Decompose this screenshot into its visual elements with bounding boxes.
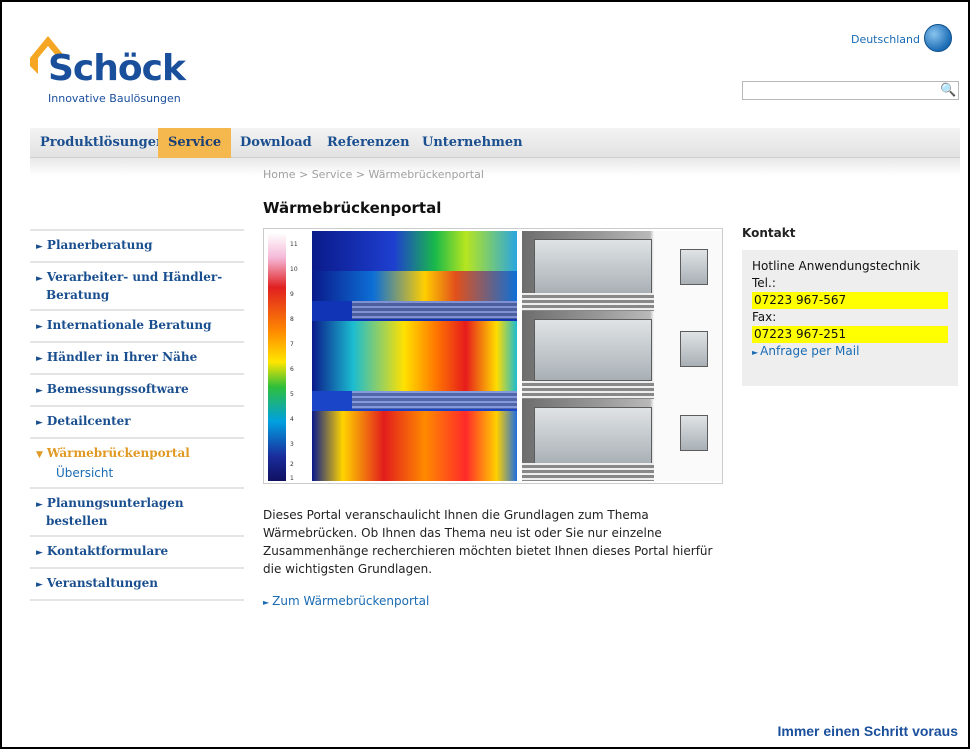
- chevron-right-icon: ►: [36, 500, 43, 510]
- chevron-right-icon: ►: [36, 386, 43, 396]
- sidebar-item-detailcenter[interactable]: ► Detailcenter: [30, 405, 244, 437]
- main-nav: Produktlösungen Service Download Referen…: [30, 128, 960, 158]
- sidebar-item-planungsunterlagen[interactable]: ► Planungsunterlagen bestellen: [30, 487, 244, 535]
- search-icon[interactable]: 🔍: [940, 83, 956, 98]
- chevron-right-icon: ►: [36, 548, 43, 558]
- sidebar-item-bemessungssoftware[interactable]: ► Bemessungssoftware: [30, 373, 244, 405]
- sidebar-item-planerberatung[interactable]: ► Planerberatung: [30, 229, 244, 261]
- scale-tick: 7: [290, 341, 294, 348]
- logo-tagline: Innovative Baulösungen: [48, 92, 181, 105]
- chevron-down-icon: ▼: [36, 450, 43, 460]
- sidebar-item-veranstaltungen[interactable]: ► Veranstaltungen: [30, 567, 244, 599]
- nav-service[interactable]: Service: [158, 128, 232, 158]
- slogan: Immer einen Schritt voraus: [777, 723, 958, 739]
- nav-download[interactable]: Download: [230, 128, 322, 158]
- scale-tick: 1: [290, 475, 294, 482]
- facade-photo: [522, 231, 722, 481]
- chevron-right-icon: ►: [752, 348, 759, 357]
- temperature-scale-ticks: 11 10 9 8 7 6 5 4 3 2 1: [286, 233, 308, 482]
- sidebar-subitem-uebersicht[interactable]: Übersicht: [36, 465, 238, 481]
- sidebar-item-internationale-beratung[interactable]: ► Internationale Beratung: [30, 309, 244, 341]
- scale-tick: 8: [290, 316, 294, 323]
- portal-link[interactable]: ► Zum Wärmebrückenportal: [263, 594, 429, 608]
- hotline-label: Hotline Anwendungstechnik: [752, 259, 921, 273]
- nav-referenzen[interactable]: Referenzen: [317, 128, 420, 158]
- chevron-right-icon: ►: [36, 354, 43, 364]
- contact-heading: Kontakt: [742, 226, 796, 240]
- schoeck-logo[interactable]: Schöck Innovative Baulösungen: [28, 32, 198, 112]
- logo-wordmark: Schöck: [48, 48, 186, 89]
- tel-number[interactable]: 07223 967-567: [752, 292, 948, 309]
- scale-tick: 4: [290, 416, 294, 423]
- search-input[interactable]: 🔍: [742, 81, 959, 100]
- sidebar-divider: [30, 599, 244, 601]
- fax-number: 07223 967-251: [752, 326, 948, 343]
- globe-icon[interactable]: [924, 24, 952, 52]
- scale-tick: 9: [290, 291, 294, 298]
- breadcrumb[interactable]: Home > Service > Wärmebrückenportal: [263, 168, 484, 181]
- sidebar-item-kontaktformulare[interactable]: ► Kontaktformulare: [30, 535, 244, 567]
- scale-tick: 2: [290, 461, 294, 468]
- chevron-right-icon: ►: [36, 580, 43, 590]
- scale-tick: 3: [290, 441, 294, 448]
- chevron-right-icon: ►: [36, 242, 43, 252]
- scale-tick: 11: [290, 241, 298, 248]
- nav-produktloesungen[interactable]: Produktlösungen: [30, 128, 176, 158]
- mail-inquiry-link[interactable]: ► Anfrage per Mail: [752, 343, 948, 361]
- sidebar-item-haendler-naehe[interactable]: ► Händler in Ihrer Nähe: [30, 341, 244, 373]
- nav-unternehmen[interactable]: Unternehmen: [412, 128, 533, 158]
- sidebar: ► Planerberatung ► Verarbeiter- und Händle…: [30, 229, 244, 601]
- thermography-image: 11 10 9 8 7 6 5 4 3 2 1: [263, 228, 723, 484]
- chevron-right-icon: ►: [36, 274, 43, 284]
- scale-tick: 5: [290, 391, 294, 398]
- sidebar-item-verarbeiter-haendler[interactable]: ► Verarbeiter- und Händler-Beratung: [30, 261, 244, 309]
- chevron-right-icon: ►: [263, 598, 270, 607]
- contact-box: Hotline Anwendungstechnik Tel.: 07223 96…: [742, 250, 958, 386]
- temperature-scale: [268, 233, 286, 481]
- sidebar-item-waermebrueckenportal[interactable]: ▼ Wärmebrückenportal Übersicht: [30, 437, 244, 487]
- page-title: Wärmebrückenportal: [263, 199, 442, 217]
- fax-label: Fax:: [752, 310, 777, 324]
- nav-shadow: [30, 158, 960, 176]
- country-selector[interactable]: Deutschland: [851, 33, 920, 46]
- scale-tick: 6: [290, 366, 294, 373]
- tel-label: Tel.:: [752, 276, 776, 290]
- intro-text: Dieses Portal veranschaulicht Ihnen die …: [263, 508, 713, 576]
- chevron-right-icon: ►: [36, 418, 43, 428]
- infrared-facade: [312, 231, 517, 481]
- scale-tick: 10: [290, 266, 298, 273]
- chevron-right-icon: ►: [36, 322, 43, 332]
